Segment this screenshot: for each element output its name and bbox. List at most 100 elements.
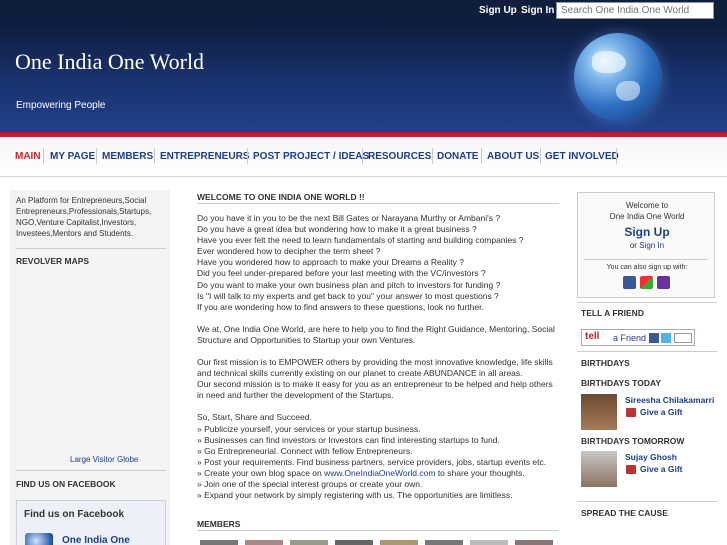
body-line: Ever wondered how to decipher the term s…	[197, 246, 381, 257]
member-avatar[interactable]	[425, 540, 463, 545]
top-bar: Sign Up Sign In	[0, 0, 727, 22]
body-line: Did you feel under-prepared before your …	[197, 268, 486, 279]
or-signin: or Sign In	[578, 241, 716, 250]
body-paragraph: Our second mission is to make it easy fo…	[197, 379, 553, 401]
nav-get-involved[interactable]: GET INVOLVED	[545, 151, 623, 162]
welcome-body: Do you have it in you to be the next Bil…	[197, 213, 559, 501]
bullet-item: » Expand your network by simply register…	[197, 490, 513, 501]
globe-logo-icon	[574, 33, 662, 121]
nav-separator	[43, 148, 44, 164]
birthdays-tomorrow-title: BIRTHDAYS TOMORROW	[581, 436, 685, 446]
intro-text: An Platform for Entrepreneurs,Social Ent…	[16, 196, 152, 238]
left-sidebar	[10, 190, 170, 545]
nav-separator	[96, 148, 97, 164]
member-avatar[interactable]	[515, 540, 553, 545]
gift-icon	[626, 465, 636, 474]
give-gift-link[interactable]: Give a Gift	[640, 464, 683, 474]
divider	[577, 351, 717, 352]
members-title: MEMBERS	[197, 519, 241, 529]
body-line: Have you ever felt the need to learn fun…	[197, 235, 524, 246]
nav-my-page[interactable]: MY PAGE	[50, 151, 99, 162]
nav-post-project[interactable]: POST PROJECT / IDEAS	[253, 151, 373, 162]
bullet-item: » Businesses can find investors or Inves…	[197, 434, 500, 445]
member-avatar[interactable]	[581, 451, 617, 487]
facebook-section-title: FIND US ON FACEBOOK	[16, 479, 116, 489]
nav-separator	[432, 148, 433, 164]
divider	[584, 259, 708, 260]
tell-friend-label: a Friend	[613, 333, 647, 343]
site-title[interactable]: One India One World	[15, 49, 204, 75]
nav-separator	[540, 148, 541, 164]
main-nav: MAIN MY PAGE MEMBERS ENTREPRENEURS POST …	[0, 137, 727, 177]
top-signup-link[interactable]: Sign Up	[479, 5, 517, 16]
nav-entrepreneurs[interactable]: ENTREPRENEURS	[160, 151, 253, 162]
nav-separator	[154, 148, 155, 164]
site-link[interactable]: www.OneIndiaOneWorld.com	[324, 468, 435, 478]
visitor-globe-link[interactable]: Large Visitor Globe	[70, 455, 138, 464]
yahoo-icon[interactable]	[657, 276, 670, 289]
divider	[16, 470, 166, 471]
body-paragraph: We at, One India One World, are here to …	[197, 323, 555, 345]
birthdays-title: BIRTHDAYS	[581, 358, 630, 368]
body-line: Have you wondered how to approach to mak…	[197, 257, 464, 268]
tell-a-friend-button[interactable]: tell a Friend	[581, 329, 695, 346]
email-icon	[674, 333, 692, 343]
social-signup-text: You can also sign up with:	[606, 264, 688, 271]
page-avatar[interactable]	[25, 533, 53, 545]
birthday-member-name[interactable]: Sireesha Chilakamarri	[625, 395, 714, 405]
bullet-text: » Create your own blog space on	[197, 467, 325, 478]
bullet-item: » Create your own blog space on www.OneI…	[197, 468, 559, 479]
member-avatar[interactable]	[380, 540, 418, 545]
divider	[577, 302, 717, 303]
nav-separator	[362, 148, 363, 164]
bullet-item: » Post your requirements. Find business …	[197, 456, 547, 467]
body-line: So, Start, Share and Succeed.	[197, 412, 312, 423]
spread-cause-title: SPREAD THE CAUSE	[581, 508, 668, 518]
member-avatar[interactable]	[290, 540, 328, 545]
birthdays-today-title: BIRTHDAYS TODAY	[581, 378, 661, 388]
birthday-member-name[interactable]: Sujay Ghosh	[625, 452, 677, 462]
body-line: Do you have it in you to be the next Bil…	[197, 213, 501, 223]
site-tagline: Empowering People	[16, 100, 106, 111]
facebook-widget: Find us on Facebook One India One	[16, 500, 166, 545]
welcome-site-name: One India One World	[609, 212, 685, 221]
member-avatar[interactable]	[245, 540, 283, 545]
member-avatar[interactable]	[335, 540, 373, 545]
member-avatar[interactable]	[200, 540, 238, 545]
body-paragraph: Our first mission is to EMPOWER others b…	[197, 357, 553, 379]
nav-donate[interactable]: DONATE	[437, 151, 482, 162]
top-signin-link[interactable]: Sign In	[521, 5, 554, 16]
divider	[16, 248, 166, 249]
divider	[197, 203, 559, 204]
facebook-page-link[interactable]: One India One	[62, 535, 130, 545]
nav-main[interactable]: MAIN	[15, 151, 45, 162]
nav-members[interactable]: MEMBERS	[102, 151, 157, 162]
nav-resources[interactable]: RESOURCES	[368, 151, 435, 162]
bullet-item: » Join one of the special interest group…	[197, 478, 423, 489]
bullet-text: to share your thoughts.	[435, 467, 525, 478]
body-line: Do you have a great idea but wondering h…	[197, 224, 477, 235]
nav-separator	[616, 148, 617, 164]
member-avatar[interactable]	[470, 540, 508, 545]
signin-link[interactable]: Sign In	[639, 241, 664, 250]
facebook-icon	[649, 333, 659, 343]
tell-friend-title: TELL A FRIEND	[581, 308, 644, 318]
google-icon[interactable]	[640, 276, 653, 289]
tell-logo: tell	[585, 331, 600, 342]
search-input[interactable]	[556, 2, 714, 19]
divider	[577, 501, 717, 502]
welcome-to-text: Welcome to	[625, 201, 669, 210]
give-gift-link[interactable]: Give a Gift	[640, 407, 683, 417]
facebook-icon[interactable]	[623, 276, 636, 289]
nav-separator	[481, 148, 482, 164]
twitter-icon	[661, 333, 671, 343]
facebook-widget-title: Find us on Facebook	[24, 509, 125, 520]
nav-about-us[interactable]: ABOUT US	[487, 151, 543, 162]
body-line: If you are wondering how to find answers…	[197, 301, 484, 312]
welcome-title: WELCOME TO ONE INDIA ONE WORLD !!	[197, 192, 365, 202]
signup-button[interactable]: Sign Up	[578, 225, 716, 239]
gift-icon	[626, 408, 636, 417]
bullet-item: » Go Entrepreneurial. Connect with fello…	[197, 445, 413, 456]
member-avatar[interactable]	[581, 394, 617, 430]
welcome-box: Welcome to One India One World Sign Up o…	[577, 192, 715, 298]
